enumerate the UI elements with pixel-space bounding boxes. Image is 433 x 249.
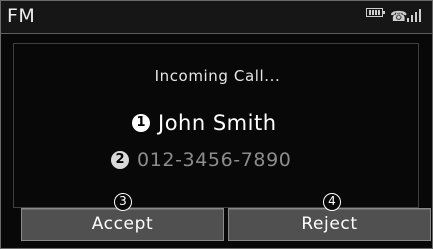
caller-number-row: 2 012-3456-7890	[111, 147, 291, 173]
callout-marker-4: 4	[323, 193, 341, 211]
callout-marker-3: 3	[114, 193, 132, 211]
reject-button[interactable]: Reject	[228, 208, 431, 241]
signal-strength-icon	[407, 8, 424, 22]
callout-marker-1: 1	[132, 114, 150, 132]
accept-button[interactable]: Accept	[21, 208, 224, 241]
caller-name: John Smith	[158, 111, 277, 135]
bluetooth-phone-icon: ☎︎	[390, 9, 408, 25]
caller-name-row: 1 John Smith	[132, 108, 277, 138]
status-bar: FM ☎︎	[1, 1, 432, 34]
battery-icon	[366, 8, 385, 17]
incoming-call-label: Incoming Call...	[154, 67, 281, 85]
incoming-call-screen: FM ☎︎ Incoming Call... 1 John Smith 2 01…	[0, 0, 433, 249]
callout-marker-2: 2	[111, 151, 129, 169]
caller-number: 012-3456-7890	[137, 149, 292, 171]
audio-mode-label: FM	[7, 5, 36, 27]
